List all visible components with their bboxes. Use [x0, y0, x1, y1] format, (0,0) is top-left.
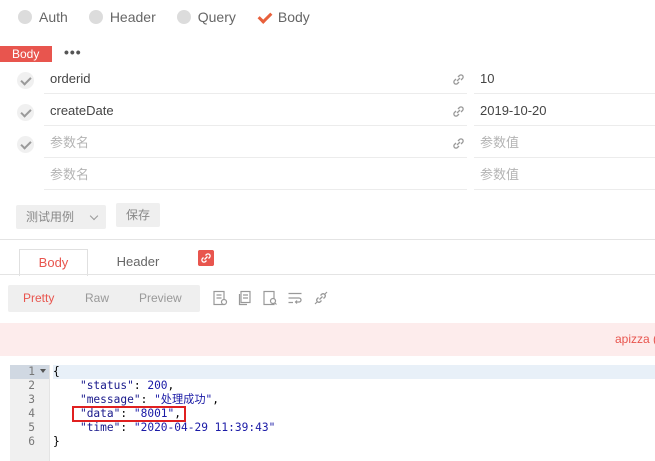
- tab-auth[interactable]: Auth: [18, 9, 68, 25]
- param-enabled-checkbox[interactable]: [17, 104, 34, 121]
- json-value: 200: [147, 379, 168, 392]
- param-row: 参数名 参数值: [0, 160, 655, 192]
- tab-query[interactable]: Query: [176, 9, 236, 25]
- line-number: 4: [28, 407, 35, 420]
- brace: }: [53, 435, 60, 448]
- link-icon[interactable]: [452, 73, 465, 86]
- test-case-label: 测试用例: [26, 210, 75, 224]
- param-value-field[interactable]: 10: [474, 64, 655, 94]
- tabs-underline: [0, 274, 655, 275]
- copy-icon[interactable]: [237, 290, 253, 306]
- param-row: 参数名 参数值: [0, 128, 655, 160]
- tab-header[interactable]: Header: [88, 9, 156, 25]
- param-value-field[interactable]: 参数值: [474, 160, 655, 190]
- tab-query-label: Query: [197, 9, 236, 25]
- tab-body-label: Body: [277, 9, 310, 25]
- highlight-box: [72, 406, 186, 422]
- tab-header-label: Header: [109, 9, 156, 25]
- json-value: "2020-04-29 11:39:43": [133, 421, 276, 434]
- share-link-icon[interactable]: [198, 250, 214, 266]
- unlink-icon[interactable]: [313, 290, 329, 306]
- test-case-dropdown[interactable]: 测试用例: [16, 205, 106, 229]
- radio-icon: [88, 10, 103, 24]
- param-name-field[interactable]: 参数名: [44, 128, 467, 158]
- tab-response-header[interactable]: Header: [110, 249, 166, 275]
- param-enabled-checkbox[interactable]: [17, 136, 34, 153]
- more-options-icon[interactable]: •••: [64, 44, 82, 60]
- tab-body[interactable]: Body: [257, 9, 310, 25]
- search-doc-icon[interactable]: [262, 290, 278, 306]
- link-icon[interactable]: [452, 137, 465, 150]
- check-icon: [257, 10, 271, 24]
- param-value-field[interactable]: 2019-10-20: [474, 96, 655, 126]
- body-section-tag: Body: [0, 46, 52, 62]
- code-line: {: [53, 365, 655, 379]
- fold-arrow-icon[interactable]: [40, 369, 46, 373]
- code-line: }: [53, 435, 655, 449]
- param-row: createDate 2019-10-20: [0, 96, 655, 128]
- format-doc-icon[interactable]: [212, 290, 228, 306]
- line-number: 5: [28, 421, 35, 434]
- param-row: orderid 10: [0, 64, 655, 96]
- param-name-field[interactable]: orderid: [44, 64, 467, 94]
- tab-preview[interactable]: Preview: [139, 285, 182, 312]
- alert-text: apizza (: [615, 332, 655, 346]
- param-enabled-checkbox[interactable]: [17, 72, 34, 89]
- json-value: "处理成功": [154, 393, 213, 406]
- code-line: "message": "处理成功",: [79, 393, 220, 406]
- param-name-field[interactable]: createDate: [44, 96, 467, 126]
- json-key: "status": [79, 379, 134, 392]
- line-number: 2: [28, 379, 35, 392]
- line-gutter: 1 2 3 4 5 6: [10, 365, 50, 461]
- radio-icon: [18, 10, 32, 24]
- line-number: 6: [28, 435, 35, 448]
- code-line: "time": "2020-04-29 11:39:43": [79, 421, 276, 434]
- brace: {: [53, 365, 60, 378]
- alert-banner: apizza (: [0, 323, 655, 356]
- link-icon[interactable]: [452, 105, 465, 118]
- wrap-lines-icon[interactable]: [287, 290, 303, 306]
- code-line: "status": 200,: [79, 379, 175, 392]
- chevron-down-icon: [89, 211, 99, 221]
- tab-auth-label: Auth: [39, 9, 68, 25]
- tab-response-body[interactable]: Body: [19, 249, 88, 276]
- param-value-field[interactable]: 参数值: [474, 128, 655, 158]
- radio-icon: [176, 10, 191, 24]
- line-number: 3: [28, 393, 35, 406]
- param-name-field[interactable]: 参数名: [44, 160, 467, 190]
- tab-raw[interactable]: Raw: [85, 285, 109, 312]
- json-key: "time": [79, 421, 121, 434]
- request-type-tabs: Auth Header Query Body: [18, 9, 331, 25]
- tab-pretty[interactable]: Pretty: [23, 285, 54, 312]
- format-tabs: Pretty Raw Preview: [8, 285, 200, 312]
- section-divider: [0, 239, 655, 240]
- save-button[interactable]: 保存: [116, 203, 160, 227]
- json-key: "message": [79, 393, 141, 406]
